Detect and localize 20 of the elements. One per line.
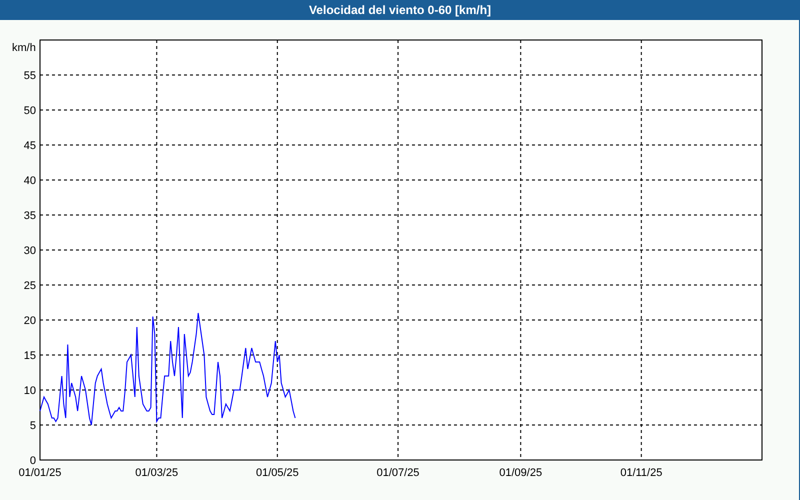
y-tick-label: 20 — [24, 315, 36, 327]
x-tick-label: 01/01/25 — [18, 467, 62, 479]
y-tick-label: 25 — [24, 280, 36, 292]
y-tick-label: 10 — [24, 385, 36, 397]
y-tick-label: 45 — [24, 140, 36, 152]
y-tick-label: 55 — [24, 70, 36, 82]
x-tick-label: 01/09/25 — [499, 467, 542, 479]
y-tick-label: 35 — [24, 210, 36, 222]
y-tick-label: 15 — [24, 350, 36, 362]
x-tick-label: 01/11/25 — [620, 467, 662, 479]
x-tick-label: 01/03/25 — [135, 467, 178, 479]
window-title: Velocidad del viento 0-60 [km/h] — [308, 2, 492, 19]
x-tick-label: 01/05/25 — [256, 467, 299, 479]
y-tick-label: 0 — [30, 455, 36, 467]
y-axis-label: km/h — [12, 42, 36, 54]
x-tick-label: 01/07/25 — [376, 467, 420, 479]
y-tick-label: 5 — [30, 420, 36, 432]
y-tick-label: 50 — [24, 105, 36, 117]
y-tick-label: 30 — [24, 245, 36, 257]
y-tick-label: 40 — [24, 175, 36, 187]
